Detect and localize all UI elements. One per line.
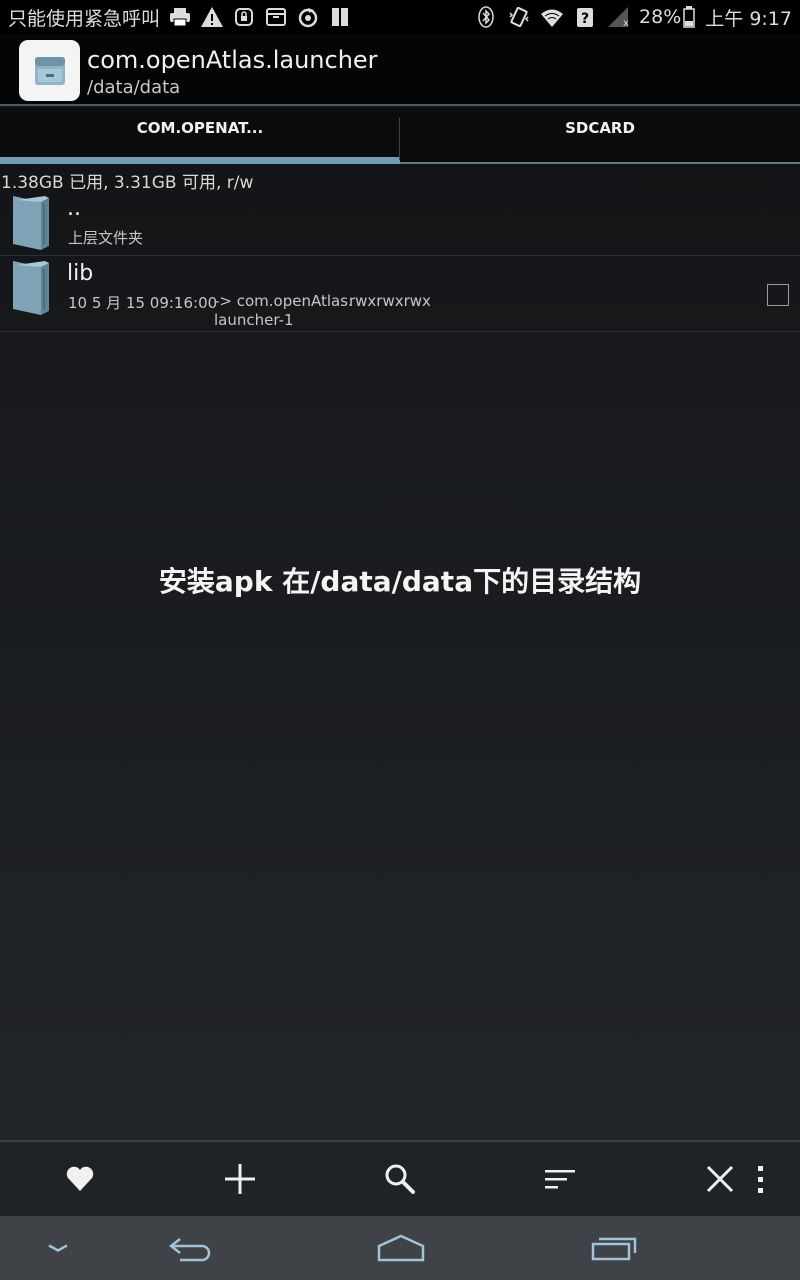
sync-icon (296, 5, 320, 29)
file-name: .. (67, 196, 81, 221)
symlink-target: -> com.openAtlas. (214, 292, 353, 310)
tab-bar: COM.OPENAT... SDCARD (0, 108, 800, 164)
file-name: lib (67, 261, 94, 286)
storage-info: 1.38GB 已用, 3.31GB 可用, r/w (1, 173, 254, 193)
navigation-bar (0, 1216, 800, 1280)
add-icon (225, 1164, 255, 1194)
caption-text: 安装apk 在/data/data下的目录结构 (158, 565, 642, 598)
search-icon (385, 1164, 415, 1194)
print-icon (168, 5, 192, 29)
recents-button[interactable] (586, 1216, 642, 1280)
sim-icon (328, 5, 352, 29)
battery-percent: 28% (639, 6, 682, 28)
archive-icon (264, 5, 288, 29)
symlink-target-cont: launcher-1 (214, 311, 294, 329)
svg-text:x: x (623, 18, 629, 29)
close-button[interactable] (640, 1141, 800, 1217)
home-button[interactable] (370, 1216, 432, 1280)
current-path: /data/data (87, 77, 181, 98)
home-icon (377, 1234, 425, 1262)
sort-icon (545, 1170, 575, 1189)
tab-com-openatlas[interactable]: COM.OPENAT... (0, 108, 400, 164)
favorite-button[interactable] (0, 1141, 160, 1217)
tab-divider (399, 118, 400, 160)
search-button[interactable] (320, 1141, 480, 1217)
hide-keyboard-button[interactable] (38, 1216, 78, 1280)
hide-keyboard-icon (48, 1244, 68, 1252)
more-button[interactable] (745, 1142, 775, 1218)
no-signal-icon: x (606, 5, 630, 29)
file-description: 上层文件夹 (68, 229, 144, 247)
more-icon (758, 1166, 763, 1193)
vibrate-icon (507, 5, 531, 29)
carrier-text: 只能使用紧急呼叫 (8, 7, 161, 30)
back-button[interactable] (160, 1216, 220, 1280)
tab-sdcard[interactable]: SDCARD (400, 108, 800, 164)
unknown-signal-icon: ? (573, 5, 597, 29)
clock: 上午 9:17 (705, 7, 792, 30)
lock-icon (232, 5, 256, 29)
tab-label: COM.OPENAT... (136, 119, 264, 137)
warning-icon (200, 5, 224, 29)
recents-icon (591, 1237, 637, 1261)
list-item-parent-folder[interactable]: .. 上层文件夹 (0, 192, 800, 256)
folder-icon (13, 261, 49, 315)
action-bar: com.openAtlas.launcher /data/data (0, 34, 800, 106)
tab-label: SDCARD (565, 119, 635, 137)
add-button[interactable] (160, 1141, 320, 1217)
back-icon (168, 1238, 211, 1262)
screen: 只能使用紧急呼叫 ? x 28% 上午 9:17 com.openAtlas.l… (0, 0, 800, 1280)
bottom-toolbar (0, 1140, 800, 1216)
status-bar: 只能使用紧急呼叫 ? x 28% 上午 9:17 (0, 0, 800, 34)
select-checkbox[interactable] (767, 284, 789, 306)
sort-button[interactable] (480, 1141, 640, 1217)
file-date: 10 5 月 15 09:16:00 (68, 294, 218, 312)
file-manager-icon[interactable] (19, 40, 80, 101)
wifi-icon (540, 5, 564, 29)
list-item-lib[interactable]: lib 10 5 月 15 09:16:00 -> com.openAtlas.… (0, 256, 800, 332)
folder-icon (13, 196, 49, 250)
svg-text:?: ? (581, 11, 589, 27)
file-permissions: rwxrwxrwx (349, 292, 431, 310)
app-title: com.openAtlas.launcher (87, 46, 378, 74)
favorite-icon (66, 1166, 94, 1191)
battery-icon (682, 5, 696, 29)
bluetooth-icon (474, 5, 498, 29)
close-icon (706, 1165, 734, 1193)
